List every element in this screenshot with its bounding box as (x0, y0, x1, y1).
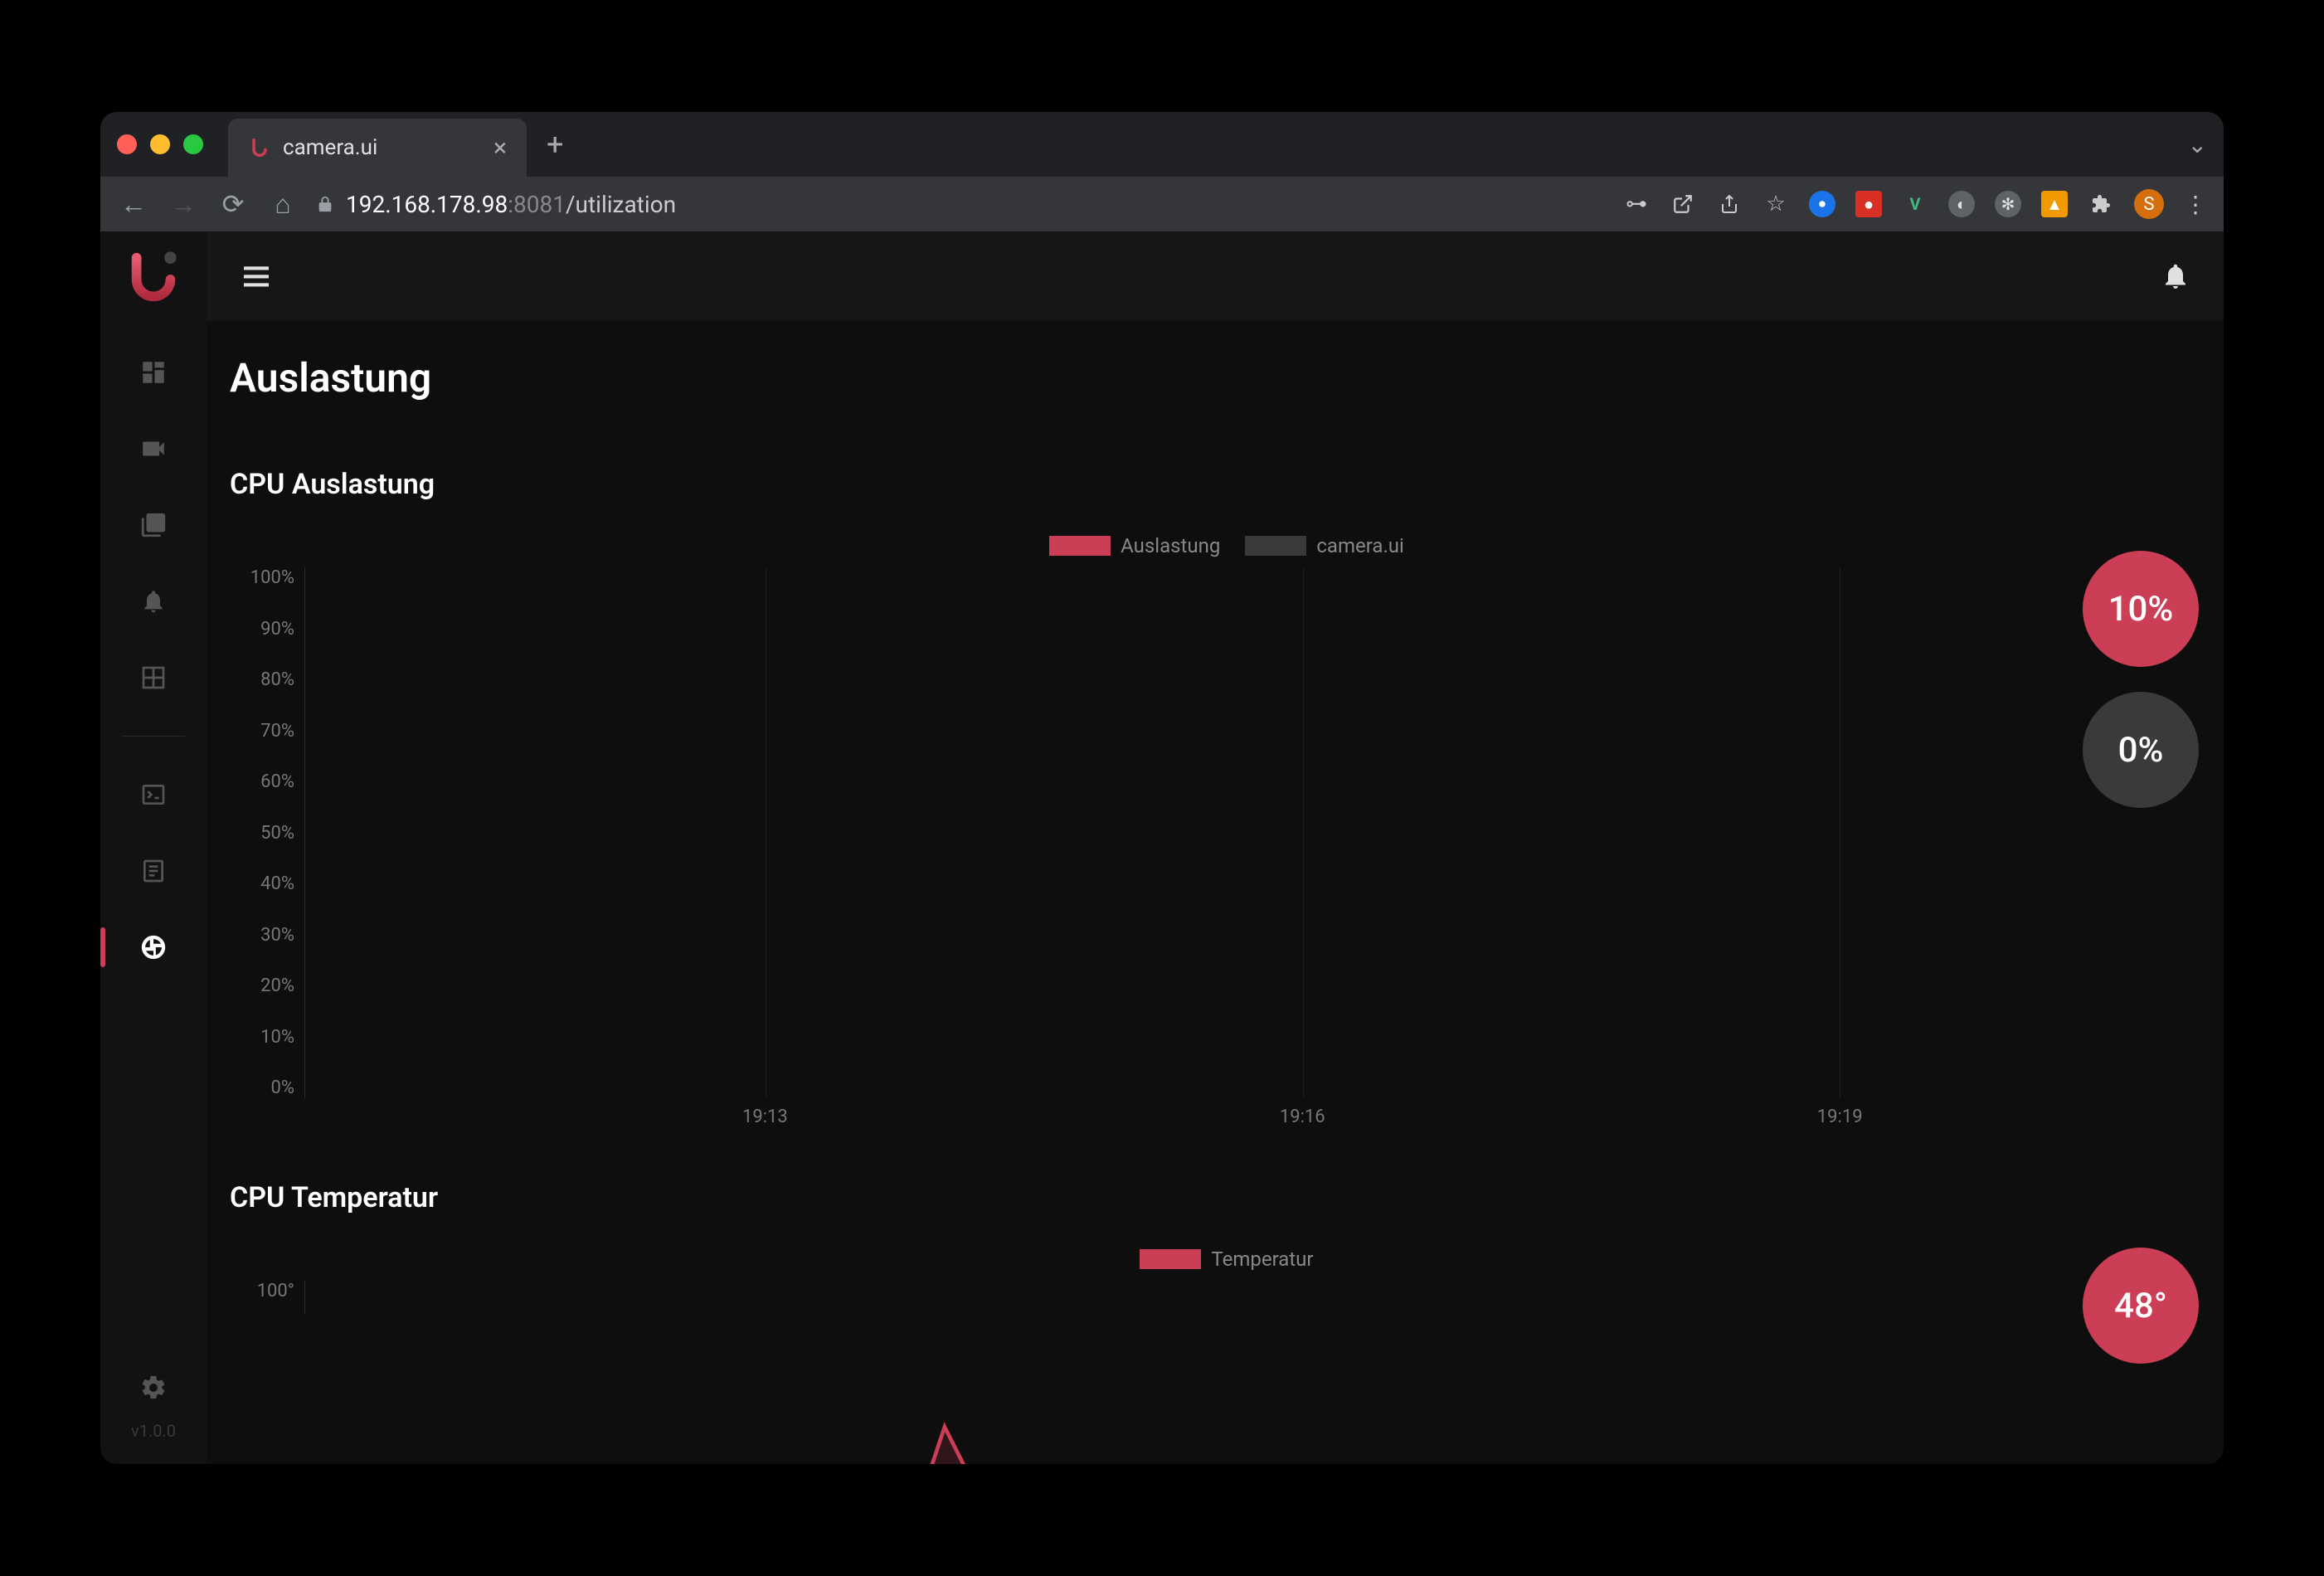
x-axis: 19:1319:1619:19 (304, 1107, 2224, 1131)
home-button[interactable]: ⌂ (266, 188, 299, 220)
plot-canvas-2 (304, 1281, 2224, 1314)
legend-item-temp[interactable]: Temperatur (1140, 1248, 1313, 1271)
app-root: v1.0.0 Auslastung CPU Auslastung (100, 231, 2224, 1464)
extension-icon-5[interactable]: ✻ (1995, 191, 2021, 217)
main-content: Auslastung CPU Auslastung Auslastung cam… (207, 231, 2224, 1464)
tab-title: camera.ui (283, 135, 482, 160)
address-bar[interactable]: 192.168.178.98:8081/utilization (316, 191, 1607, 218)
url-host: 192.168.178.98 (346, 191, 508, 218)
legend-item-app[interactable]: camera.ui (1245, 534, 1404, 557)
minimize-window-button[interactable] (150, 134, 170, 154)
tab-favicon (248, 136, 271, 159)
url-port: :8081 (508, 191, 566, 218)
sidebar-item-recordings[interactable] (137, 508, 170, 542)
notifications-button[interactable] (2161, 261, 2190, 291)
legend-label-usage: Auslastung (1121, 534, 1220, 557)
sidebar-item-settings[interactable] (137, 1371, 170, 1404)
new-tab-button[interactable]: + (547, 127, 563, 162)
extension-icon-1[interactable] (1809, 191, 1835, 217)
star-icon[interactable]: ☆ (1762, 191, 1789, 217)
sidebar-item-log[interactable] (137, 854, 170, 888)
url-text: 192.168.178.98:8081/utilization (346, 191, 676, 218)
sidebar-divider (122, 736, 186, 737)
browser-tab[interactable]: camera.ui × (228, 119, 527, 177)
sidebar-item-dashboard[interactable] (137, 356, 170, 389)
open-external-icon[interactable] (1670, 191, 1696, 217)
usage-badge: 10% (2083, 551, 2199, 667)
cpu-usage-title: CPU Auslastung (207, 468, 2224, 501)
extension-icon-2[interactable]: ● (1855, 191, 1882, 217)
browser-toolbar: ← → ⟳ ⌂ 192.168.178.98:8081/utilization … (100, 177, 2224, 231)
sidebar-nav-tools (137, 778, 170, 964)
back-button[interactable]: ← (117, 188, 150, 220)
app-sidebar: v1.0.0 (100, 231, 207, 1464)
lock-icon (316, 195, 334, 213)
browser-tab-bar: camera.ui × + ⌄ (100, 112, 2224, 177)
browser-menu-button[interactable]: ⋮ (2184, 191, 2207, 218)
extension-icon-4[interactable]: ◐ (1948, 191, 1975, 217)
forward-button[interactable]: → (167, 188, 200, 220)
menu-toggle-button[interactable] (240, 260, 273, 293)
sidebar-nav-main (137, 356, 170, 694)
sidebar-item-notifications[interactable] (137, 585, 170, 618)
cpu-usage-chart: Auslastung camera.ui 100%90%80%70%60%50%… (207, 534, 2224, 1131)
legend-label-app: camera.ui (1316, 534, 1404, 557)
legend-label-temp: Temperatur (1211, 1248, 1313, 1271)
page-content: Auslastung CPU Auslastung Auslastung cam… (207, 321, 2224, 1464)
key-icon[interactable]: ⊶ (1623, 191, 1650, 217)
extension-icon-6[interactable]: ▲ (2041, 191, 2068, 217)
chart-plot-area: 100%90%80%70%60%50%40%30%20%10%0% 19:131… (230, 567, 2224, 1131)
app-logo[interactable] (124, 248, 182, 306)
close-tab-icon[interactable]: × (493, 134, 507, 163)
chart-plot-area-2: 100° (230, 1281, 2224, 1330)
legend-swatch-red (1140, 1249, 1201, 1269)
browser-window: camera.ui × + ⌄ ← → ⟳ ⌂ 192.168.178.98:8… (100, 112, 2224, 1464)
cpu-temp-chart: Temperatur 100° 48° (207, 1248, 2224, 1330)
app-version: v1.0.0 (131, 1421, 176, 1441)
extension-icon-vue[interactable]: V (1902, 191, 1928, 217)
temp-badge: 48° (2083, 1248, 2199, 1364)
y-axis: 100%90%80%70%60%50%40%30%20%10%0% (230, 567, 304, 1098)
reload-button[interactable]: ⟳ (216, 188, 250, 220)
share-icon[interactable] (1716, 191, 1743, 217)
temp-legend: Temperatur (230, 1248, 2224, 1271)
plot-canvas (304, 567, 2224, 1098)
maximize-window-button[interactable] (183, 134, 203, 154)
legend-item-usage[interactable]: Auslastung (1049, 534, 1220, 557)
profile-avatar[interactable]: S (2134, 189, 2164, 219)
sidebar-bottom: v1.0.0 (131, 1371, 176, 1464)
toolbar-actions: ⊶ ☆ ● V ◐ ✻ ▲ S ⋮ (1623, 189, 2207, 219)
close-window-button[interactable] (117, 134, 137, 154)
app-topbar (207, 231, 2224, 321)
legend-swatch-red (1049, 536, 1111, 556)
app-usage-badge: 0% (2083, 692, 2199, 808)
legend-swatch-gray (1245, 536, 1306, 556)
tabs-menu-button[interactable]: ⌄ (2188, 131, 2207, 158)
sidebar-item-console[interactable] (137, 778, 170, 811)
sidebar-item-camview[interactable] (137, 661, 170, 694)
sidebar-item-cameras[interactable] (137, 432, 170, 465)
cpu-legend: Auslastung camera.ui (230, 534, 2224, 557)
extensions-puzzle-icon[interactable] (2088, 191, 2114, 217)
url-path: /utilization (566, 191, 676, 218)
sidebar-item-utilization[interactable] (137, 931, 170, 964)
window-controls (117, 134, 203, 154)
y-axis-2: 100° (230, 1281, 304, 1314)
page-title: Auslastung (207, 354, 2224, 401)
